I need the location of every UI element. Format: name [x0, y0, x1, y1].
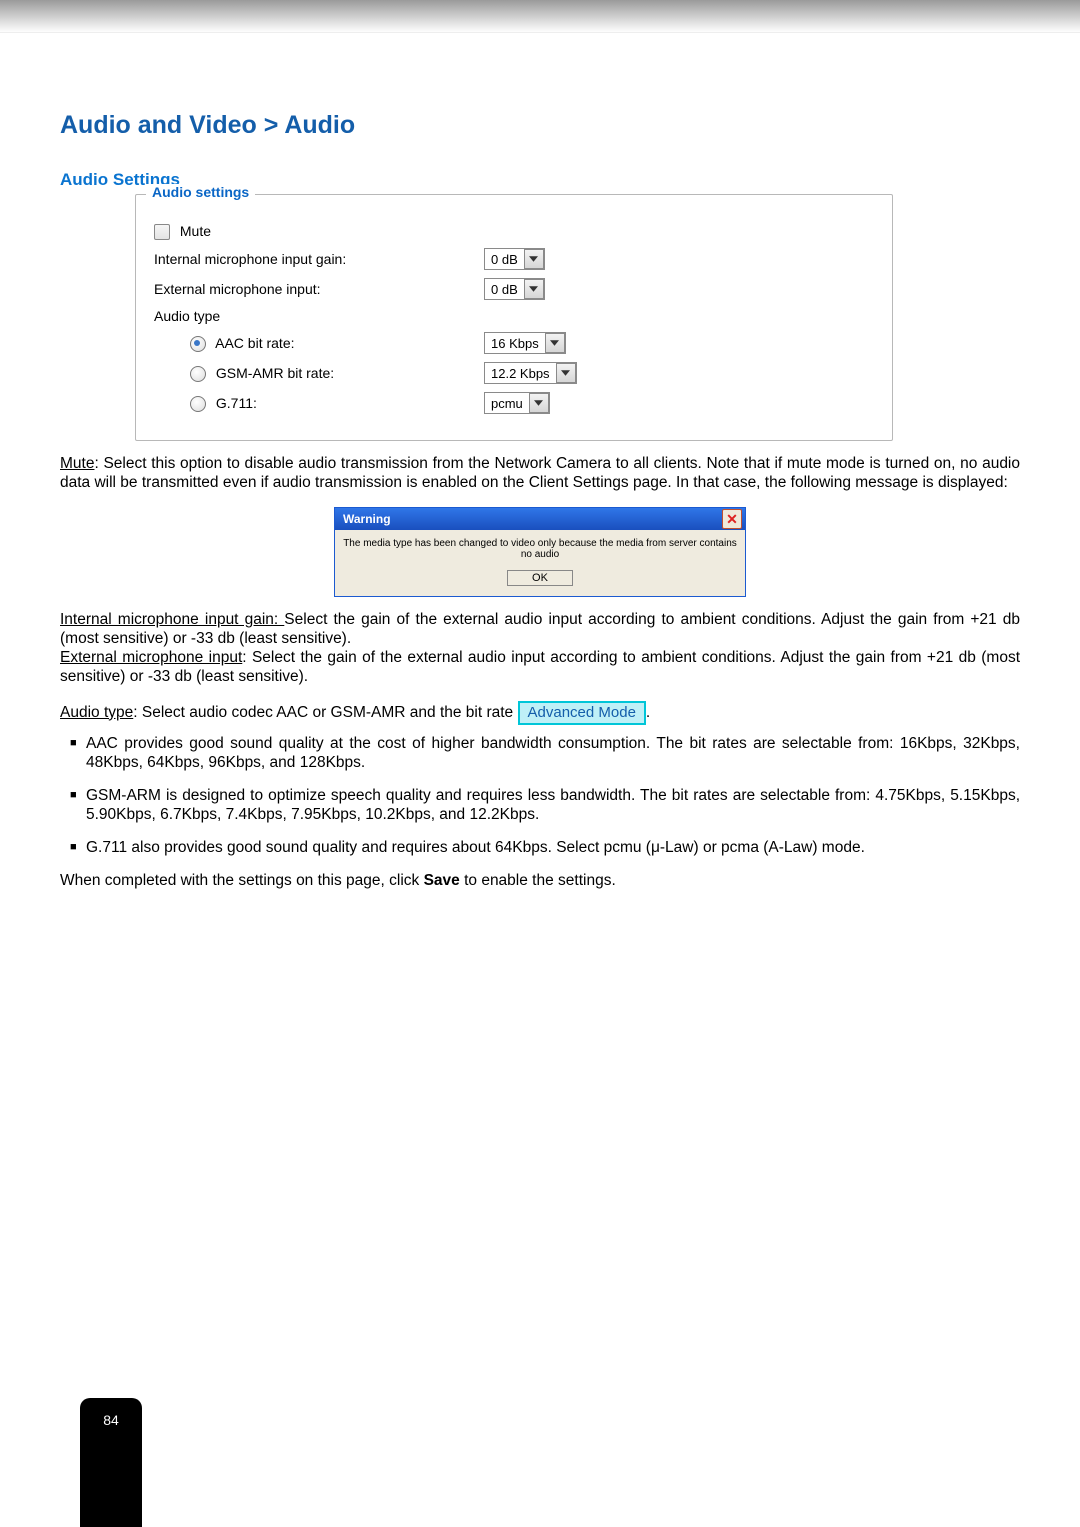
aac-bitrate-select[interactable]: 16 Kbps — [484, 332, 566, 354]
audiotype-lead: Audio type — [60, 704, 133, 721]
external-paragraph: External microphone input: Select the ga… — [60, 649, 1020, 687]
ok-button[interactable]: OK — [507, 570, 573, 586]
audiotype-text: : Select audio codec AAC or GSM-AMR and … — [133, 704, 517, 721]
audiotype-after: . — [646, 704, 650, 721]
external-input-select[interactable]: 0 dB — [484, 278, 545, 300]
internal-gain-select[interactable]: 0 dB — [484, 248, 545, 270]
breadcrumb: Audio and Video > Audio — [60, 111, 1020, 140]
mute-lead: Mute — [60, 455, 94, 472]
gsm-bitrate-value: 12.2 Kbps — [491, 366, 556, 381]
g711-label: G.711: — [216, 395, 257, 411]
close-icon[interactable]: ✕ — [722, 509, 742, 529]
mute-text: : Select this option to disable audio tr… — [60, 455, 1020, 491]
bullet-g711: G.711 also provides good sound quality a… — [70, 839, 1020, 858]
gsm-label: GSM-AMR bit rate: — [216, 365, 334, 381]
closing-bold: Save — [424, 872, 460, 889]
aac-label: AAC bit rate: — [215, 335, 294, 351]
audio-type-label: Audio type — [154, 308, 484, 324]
fieldset-legend: Audio settings — [146, 184, 255, 200]
closing-pre: When completed with the settings on this… — [60, 872, 424, 889]
dialog-title-text: Warning — [343, 512, 391, 526]
internal-gain-label: Internal microphone input gain: — [154, 251, 484, 267]
external-input-value: 0 dB — [491, 282, 524, 297]
dropdown-icon — [545, 333, 565, 353]
internal-paragraph: Internal microphone input gain: Select t… — [60, 611, 1020, 649]
closing-post: to enable the settings. — [460, 872, 616, 889]
mute-paragraph: Mute: Select this option to disable audi… — [60, 455, 1020, 493]
gsm-bitrate-select[interactable]: 12.2 Kbps — [484, 362, 577, 384]
dropdown-icon — [524, 249, 544, 269]
warning-dialog: Warning ✕ The media type has been change… — [334, 507, 746, 597]
closing-paragraph: When completed with the settings on this… — [60, 872, 1020, 891]
internal-lead: Internal microphone input gain: — [60, 611, 284, 628]
g711-radio[interactable] — [190, 396, 206, 412]
dialog-message: The media type has been changed to video… — [343, 538, 737, 560]
page-number: 84 — [80, 1398, 142, 1527]
internal-gain-value: 0 dB — [491, 252, 524, 267]
g711-value: pcmu — [491, 396, 529, 411]
audiotype-line: Audio type: Select audio codec AAC or GS… — [60, 701, 1020, 725]
g711-select[interactable]: pcmu — [484, 392, 550, 414]
external-input-label: External microphone input: — [154, 281, 484, 297]
audio-settings-panel: Audio settings Mute Internal microphone … — [135, 194, 893, 441]
dropdown-icon — [556, 363, 576, 383]
mute-label: Mute — [180, 223, 211, 239]
bullet-aac: AAC provides good sound quality at the c… — [70, 735, 1020, 773]
dropdown-icon — [524, 279, 544, 299]
header-gradient — [0, 0, 1080, 33]
gsm-radio[interactable] — [190, 366, 206, 382]
mute-checkbox[interactable] — [154, 224, 170, 240]
aac-bitrate-value: 16 Kbps — [491, 336, 545, 351]
external-lead: External microphone input — [60, 649, 242, 666]
bullet-gsm: GSM-ARM is designed to optimize speech q… — [70, 787, 1020, 825]
dropdown-icon — [529, 393, 549, 413]
aac-radio[interactable] — [190, 336, 206, 352]
advanced-mode-badge: Advanced Mode — [518, 701, 646, 725]
